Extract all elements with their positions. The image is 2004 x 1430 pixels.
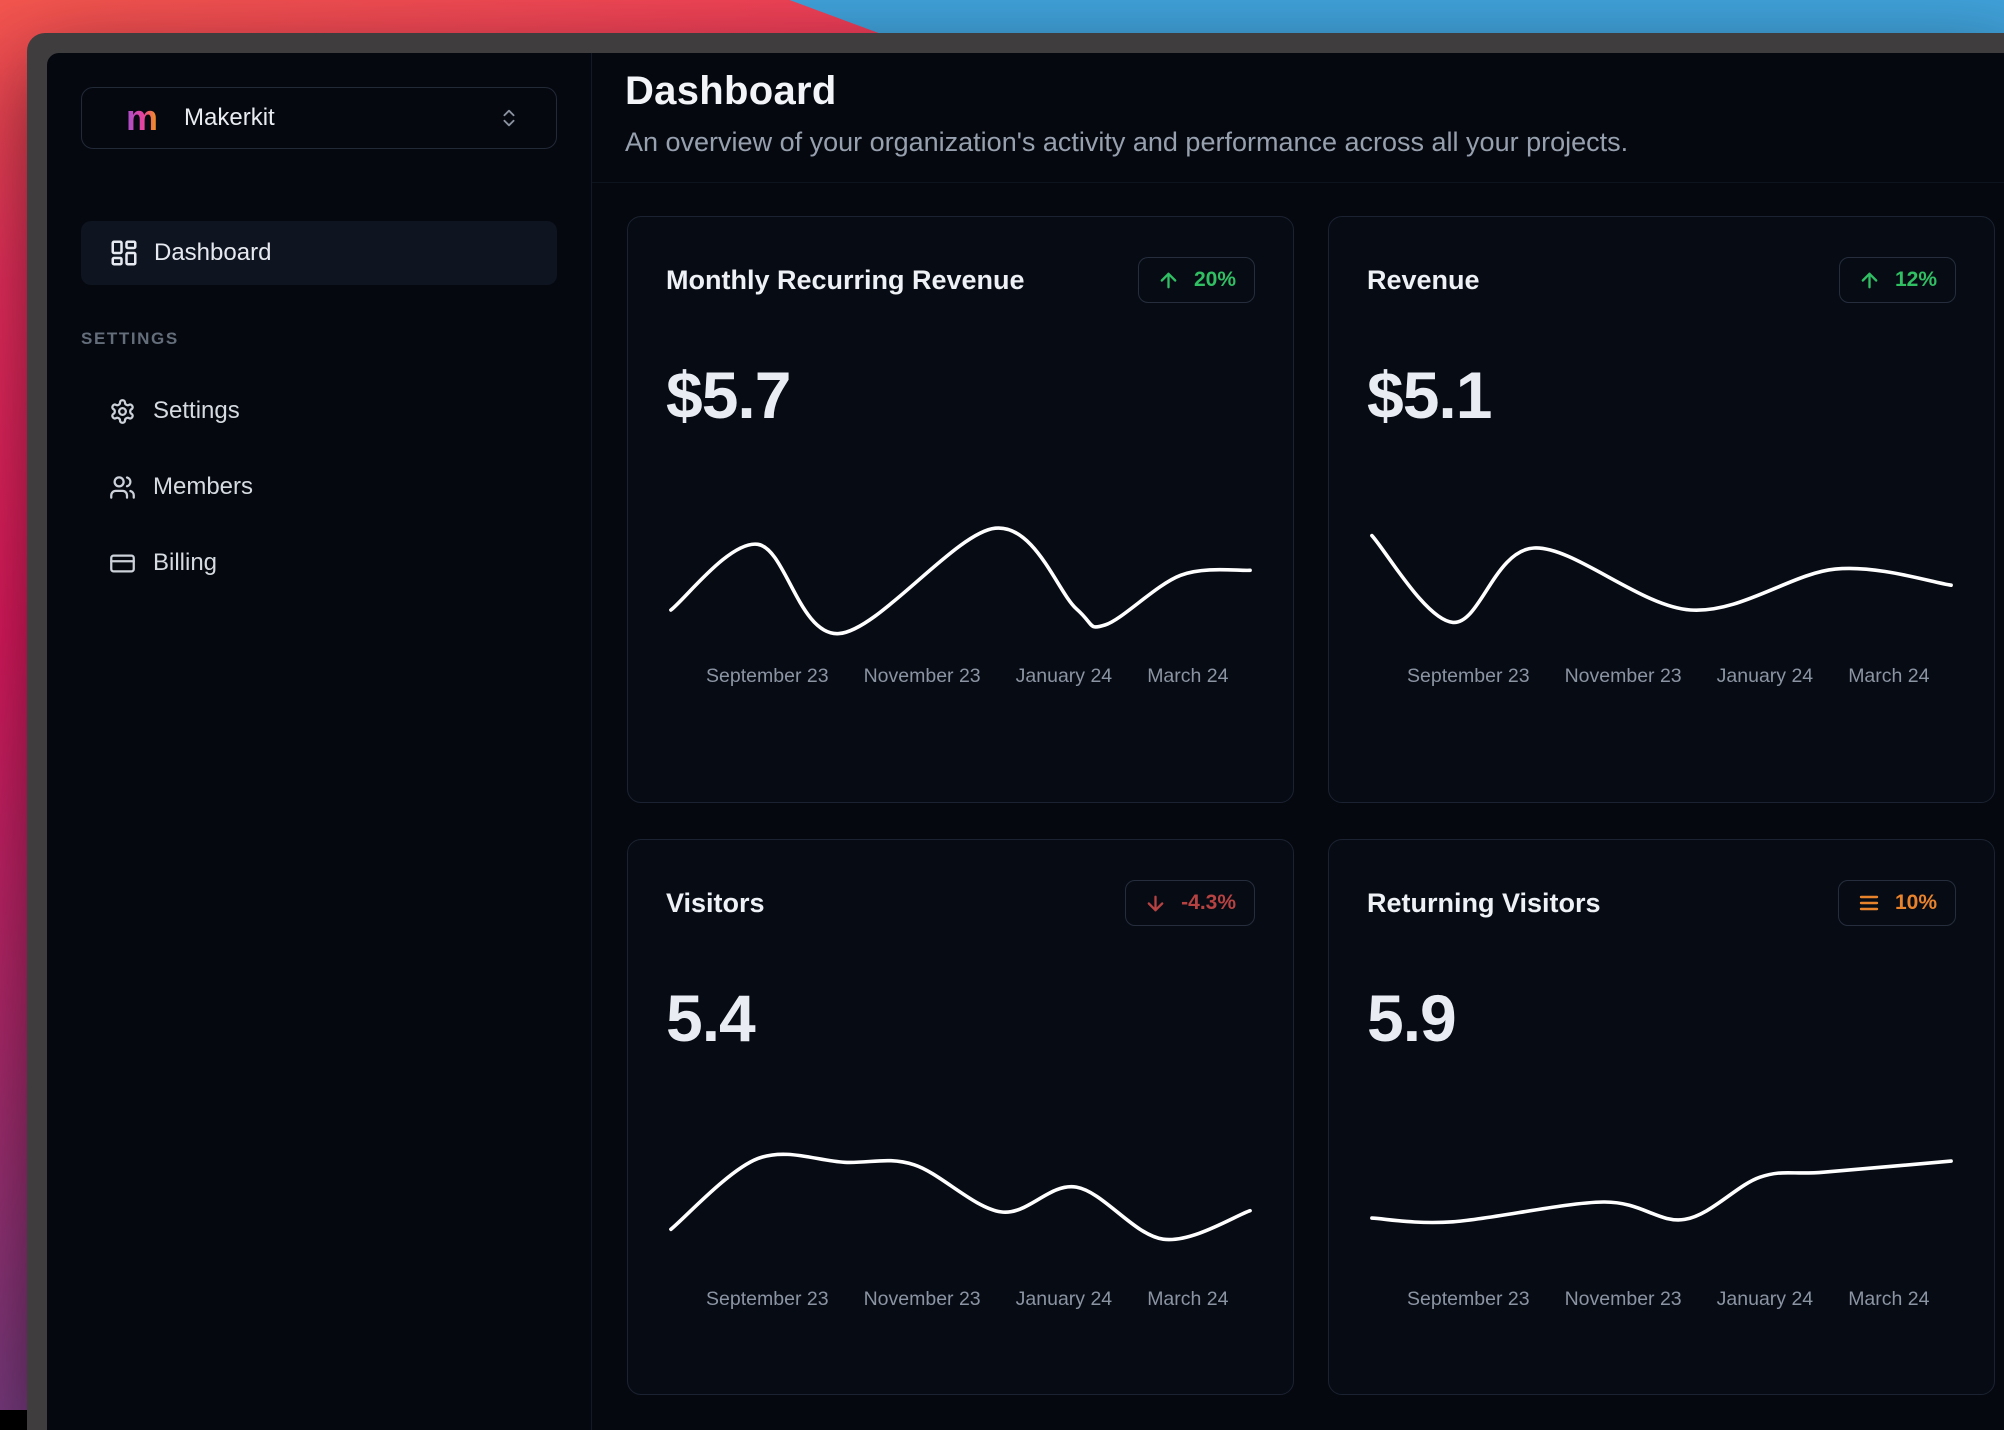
workspace-selector[interactable]: m Makerkit (81, 87, 557, 149)
trend-value: -4.3% (1181, 891, 1236, 915)
x-axis-label: September 23 (706, 1288, 829, 1311)
metric-value: 5.4 (666, 980, 1255, 1056)
card-title: Revenue (1367, 265, 1480, 296)
line-chart (1367, 1132, 1956, 1272)
x-axis-label: November 23 (864, 665, 981, 688)
x-axis-label: March 24 (1848, 665, 1929, 688)
card-title: Returning Visitors (1367, 888, 1601, 919)
sidebar-item-members[interactable]: Members (81, 459, 557, 515)
x-axis-label: September 23 (706, 665, 829, 688)
macos-window: m Makerkit Dashboard SETTINGS (27, 33, 2004, 1430)
sidebar-item-billing[interactable]: Billing (81, 535, 557, 591)
sidebar-item-label: Settings (153, 397, 240, 425)
metrics-grid: Monthly Recurring Revenue 20% $5.7 Septe… (592, 183, 2004, 1395)
metric-value: 5.9 (1367, 980, 1956, 1056)
x-axis-label: September 23 (1407, 1288, 1530, 1311)
settings-section-label: SETTINGS (81, 329, 557, 349)
x-axis-label: March 24 (1848, 1288, 1929, 1311)
x-axis-label: January 24 (1016, 665, 1112, 688)
card-visitors: Visitors -4.3% 5.4 September 23 November… (627, 839, 1294, 1395)
chevrons-up-down-icon (498, 107, 520, 129)
arrow-up-icon (1858, 269, 1881, 292)
x-axis-labels: September 23 November 23 January 24 Marc… (666, 1288, 1255, 1311)
card-monthly-recurring-revenue: Monthly Recurring Revenue 20% $5.7 Septe… (627, 216, 1294, 803)
x-axis-label: January 24 (1016, 1288, 1112, 1311)
sidebar-item-dashboard[interactable]: Dashboard (81, 221, 557, 285)
x-axis-label: January 24 (1717, 665, 1813, 688)
x-axis-labels: September 23 November 23 January 24 Marc… (1367, 1288, 1956, 1311)
x-axis-label: November 23 (1565, 1288, 1682, 1311)
trend-badge: 20% (1138, 257, 1255, 303)
brand-name: Makerkit (184, 104, 498, 132)
line-chart (666, 509, 1255, 649)
trend-badge: 10% (1838, 880, 1956, 926)
x-axis-label: November 23 (864, 1288, 981, 1311)
x-axis-labels: September 23 November 23 January 24 Marc… (666, 665, 1255, 688)
gear-icon (109, 398, 136, 425)
line-chart (666, 1132, 1255, 1272)
x-axis-label: September 23 (1407, 665, 1530, 688)
x-axis-label: March 24 (1147, 665, 1228, 688)
users-icon (109, 474, 136, 501)
settings-nav: Settings Members Billing (81, 383, 557, 591)
metric-value: $5.1 (1367, 357, 1956, 433)
x-axis-label: January 24 (1717, 1288, 1813, 1311)
page-subtitle: An overview of your organization's activ… (625, 127, 1991, 158)
layout-dashboard-icon (109, 238, 139, 268)
card-title: Monthly Recurring Revenue (666, 265, 1025, 296)
sidebar-item-settings[interactable]: Settings (81, 383, 557, 439)
card-revenue: Revenue 12% $5.1 September 23 November 2… (1328, 216, 1995, 803)
trend-value: 12% (1895, 268, 1937, 292)
app-root: m Makerkit Dashboard SETTINGS (47, 53, 2004, 1430)
sidebar: m Makerkit Dashboard SETTINGS (47, 53, 592, 1430)
trend-badge: 12% (1839, 257, 1956, 303)
x-axis-labels: September 23 November 23 January 24 Marc… (1367, 665, 1956, 688)
credit-card-icon (109, 550, 136, 577)
sidebar-item-label: Members (153, 473, 253, 501)
x-axis-label: March 24 (1147, 1288, 1228, 1311)
menu-lines-icon (1857, 891, 1881, 915)
trend-value: 10% (1895, 891, 1937, 915)
trend-value: 20% (1194, 268, 1236, 292)
trend-badge: -4.3% (1125, 880, 1255, 926)
main-content: Dashboard An overview of your organizati… (592, 53, 2004, 1430)
brand-logo: m (126, 100, 158, 136)
arrow-down-icon (1144, 892, 1167, 915)
line-chart (1367, 509, 1956, 649)
page-header: Dashboard An overview of your organizati… (592, 53, 2004, 183)
sidebar-item-label: Billing (153, 549, 217, 577)
metric-value: $5.7 (666, 357, 1255, 433)
card-returning-visitors: Returning Visitors 10% 5.9 September 23 … (1328, 839, 1995, 1395)
sidebar-nav: Dashboard (81, 221, 557, 285)
page-title: Dashboard (625, 69, 1991, 114)
x-axis-label: November 23 (1565, 665, 1682, 688)
arrow-up-icon (1157, 269, 1180, 292)
card-title: Visitors (666, 888, 765, 919)
sidebar-item-label: Dashboard (154, 239, 271, 267)
